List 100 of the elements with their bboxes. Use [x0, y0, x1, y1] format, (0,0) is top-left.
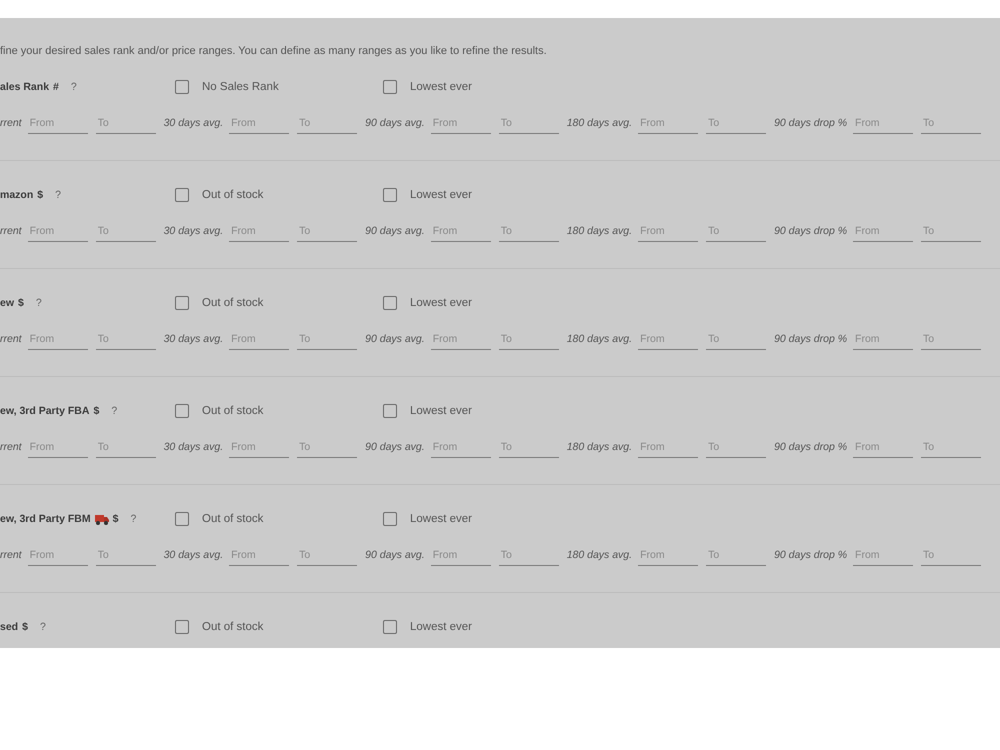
input-field[interactable]: To	[297, 441, 358, 458]
range-label: ew, 3rd Party FBM	[0, 513, 91, 525]
period-label: 180 days avg.	[566, 333, 632, 345]
checkbox-label[interactable]: Out of stock	[202, 296, 264, 310]
checkbox-label[interactable]: Lowest ever	[410, 620, 472, 634]
period-label: 30 days avg.	[164, 441, 224, 453]
checkbox[interactable]	[383, 620, 397, 634]
input-field[interactable]: From	[229, 225, 290, 242]
input-field[interactable]: From	[229, 441, 290, 458]
checkbox[interactable]	[383, 404, 397, 418]
checkbox-label[interactable]: Lowest ever	[410, 512, 472, 526]
checkbox-label[interactable]: No Sales Rank	[202, 80, 279, 94]
input-field[interactable]: From	[853, 441, 914, 458]
input-field[interactable]: From	[430, 333, 491, 350]
period-label: rrent	[0, 333, 22, 345]
help-link[interactable]: ?	[70, 81, 77, 93]
input-field[interactable]: From	[638, 441, 698, 458]
input-field[interactable]: From	[430, 117, 491, 134]
input-field[interactable]: To	[706, 117, 766, 134]
checkbox[interactable]	[383, 80, 397, 94]
period-label: 90 days avg.	[365, 549, 425, 561]
input-field[interactable]: To	[921, 333, 982, 350]
input-field[interactable]: To	[297, 333, 358, 350]
help-link[interactable]: ?	[130, 513, 136, 525]
input-field[interactable]: To	[96, 333, 156, 350]
input-field[interactable]: From	[853, 549, 914, 566]
checkbox-label[interactable]: Lowest ever	[410, 404, 472, 418]
input-field[interactable]: From	[638, 549, 698, 566]
period-label: 180 days avg.	[566, 441, 632, 453]
input-field[interactable]: To	[498, 333, 559, 350]
input-field[interactable]: From	[638, 117, 698, 134]
input-field[interactable]: From	[28, 117, 88, 134]
input-field[interactable]: To	[921, 441, 982, 458]
input-field[interactable]: To	[706, 441, 766, 458]
checkbox-label[interactable]: Out of stock	[202, 404, 264, 418]
input-field[interactable]: From	[28, 333, 88, 350]
input-field[interactable]: From	[28, 225, 88, 242]
unit-label: #	[53, 81, 59, 93]
input-field[interactable]: From	[638, 333, 698, 350]
input-field[interactable]: To	[921, 117, 982, 134]
instructions-text: fine your desired sales rank and/or price ranges. You can define as many ranges as you like to refine the results.	[0, 45, 547, 57]
input-field[interactable]: To	[921, 549, 982, 566]
period-label: 90 days avg.	[365, 225, 425, 237]
checkbox[interactable]	[383, 512, 397, 526]
input-field[interactable]: To	[498, 225, 559, 242]
period-label: 180 days avg.	[566, 225, 632, 237]
checkbox-label[interactable]: Out of stock	[202, 188, 264, 202]
period-label: 30 days avg.	[164, 333, 224, 345]
checkbox[interactable]	[383, 188, 397, 202]
input-field[interactable]: To	[96, 441, 156, 458]
checkbox-label[interactable]: Lowest ever	[410, 80, 472, 94]
input-field[interactable]: To	[96, 225, 156, 242]
period-label: 90 days avg.	[365, 441, 425, 453]
help-link[interactable]: ?	[40, 621, 46, 633]
input-field[interactable]: To	[96, 549, 156, 566]
checkbox[interactable]	[175, 512, 189, 526]
unit-label: $	[37, 189, 44, 201]
checkbox-label[interactable]: Out of stock	[202, 620, 264, 634]
input-field[interactable]: From	[853, 225, 914, 242]
checkbox[interactable]	[175, 296, 189, 310]
input-field[interactable]: To	[297, 549, 358, 566]
period-label: 30 days avg.	[164, 225, 224, 237]
checkbox-label[interactable]: Lowest ever	[410, 296, 472, 310]
period-label: 90 days drop %	[774, 333, 848, 345]
help-link[interactable]: ?	[111, 405, 118, 417]
checkbox[interactable]	[175, 188, 189, 202]
input-field[interactable]: From	[430, 225, 491, 242]
period-label: 90 days drop %	[774, 549, 848, 561]
input-field[interactable]: To	[498, 549, 559, 566]
checkbox[interactable]	[175, 620, 189, 634]
input-field[interactable]: From	[853, 117, 914, 134]
input-field[interactable]: To	[706, 333, 766, 350]
period-label: 30 days avg.	[164, 549, 224, 561]
input-field[interactable]: To	[297, 225, 358, 242]
input-field[interactable]: From	[430, 549, 491, 566]
input-field[interactable]: To	[297, 117, 358, 134]
input-field[interactable]: From	[638, 225, 698, 242]
period-label: 30 days avg.	[164, 117, 224, 129]
checkbox-label[interactable]: Lowest ever	[410, 188, 472, 202]
help-link[interactable]: ?	[55, 189, 61, 201]
input-field[interactable]: From	[28, 549, 88, 566]
input-field[interactable]: To	[706, 225, 766, 242]
checkbox[interactable]	[175, 80, 189, 94]
checkbox-label[interactable]: Out of stock	[202, 512, 264, 526]
range-label: ales Rank	[0, 81, 50, 93]
input-field[interactable]: From	[229, 117, 290, 134]
input-field[interactable]: To	[921, 225, 982, 242]
input-field[interactable]: From	[853, 333, 914, 350]
input-field[interactable]: To	[498, 441, 559, 458]
input-field[interactable]: To	[498, 117, 559, 134]
input-field[interactable]: To	[706, 549, 766, 566]
help-link[interactable]: ?	[36, 297, 42, 309]
input-field[interactable]: To	[96, 117, 156, 134]
checkbox[interactable]	[175, 404, 189, 418]
input-field[interactable]: From	[28, 441, 88, 458]
checkbox[interactable]	[383, 296, 397, 310]
input-field[interactable]: From	[229, 333, 290, 350]
unit-label: $	[93, 405, 100, 417]
input-field[interactable]: From	[430, 441, 491, 458]
input-field[interactable]: From	[229, 549, 290, 566]
